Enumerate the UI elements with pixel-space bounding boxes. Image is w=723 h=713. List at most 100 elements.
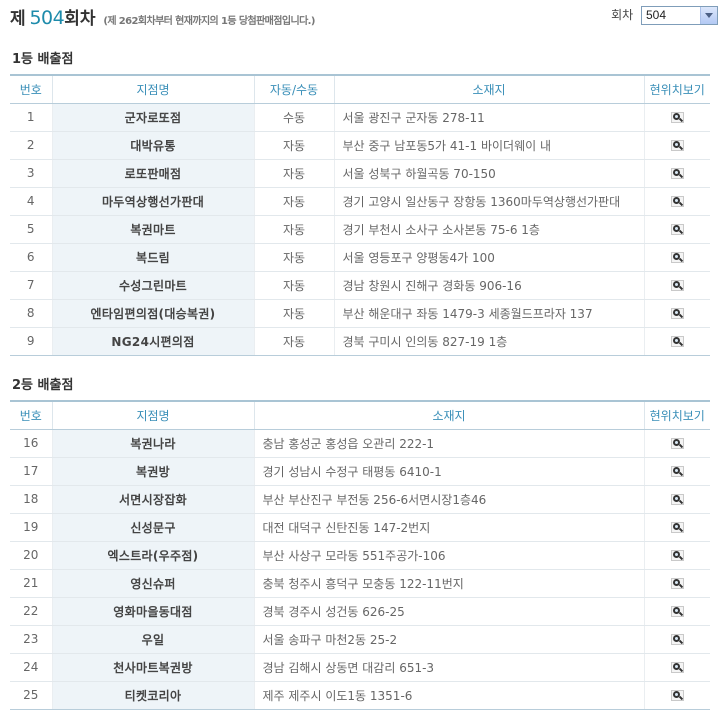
- purchase-type: 자동: [253, 299, 334, 328]
- magnifier-icon[interactable]: [670, 662, 684, 673]
- store-address: 경남 김해시 상동면 대감리 651-3: [253, 653, 644, 682]
- row-number: 21: [10, 569, 52, 598]
- row-number: 9: [10, 327, 52, 356]
- location-view-button[interactable]: [643, 457, 710, 486]
- magnifier-icon[interactable]: [670, 336, 684, 347]
- round-title: 제 504회차 (제 262회차부터 현재까지의 1등 당첨판매점입니다.): [10, 4, 315, 29]
- second-prize-table: 번호 지점명 소재지 현위치보기 16 복권나라 충남 홍성군 홍성읍 오관리 22…: [10, 400, 710, 710]
- location-view-button[interactable]: [643, 215, 710, 244]
- row-number: 1: [10, 103, 52, 132]
- chevron-down-icon[interactable]: [700, 7, 717, 24]
- location-view-button[interactable]: [643, 513, 710, 542]
- header-address: 소재지: [253, 400, 644, 430]
- store-name: 로또판매점: [51, 159, 254, 188]
- header-location: 현위치보기: [643, 400, 710, 430]
- location-view-button[interactable]: [643, 327, 710, 356]
- header-location: 현위치보기: [643, 74, 710, 104]
- row-number: 20: [10, 541, 52, 570]
- round-select[interactable]: 504: [641, 6, 718, 25]
- row-number: 3: [10, 159, 52, 188]
- round-suffix: 회차: [64, 9, 96, 29]
- store-address: 제주 제주시 이도1동 1351-6: [253, 681, 644, 710]
- header-address: 소재지: [333, 74, 644, 104]
- table-row: 7 수성그린마트 자동 경남 창원시 진해구 경화동 906-16: [10, 271, 710, 300]
- round-select-label: 회차: [611, 8, 634, 22]
- header-name: 지점명: [51, 74, 254, 104]
- table-row: 25 티켓코리아 제주 제주시 이도1동 1351-6: [10, 681, 710, 710]
- magnifier-icon[interactable]: [670, 634, 684, 645]
- round-selector: 회차 504: [611, 6, 718, 25]
- store-address: 부산 중구 남포동5가 41-1 바이더웨이 내: [333, 131, 644, 160]
- purchase-type: 자동: [253, 159, 334, 188]
- store-address: 서울 송파구 마천2동 25-2: [253, 625, 644, 654]
- location-view-button[interactable]: [643, 569, 710, 598]
- table-row: 1 군자로또점 수동 서울 광진구 군자동 278-11: [10, 103, 710, 132]
- purchase-type: 자동: [253, 215, 334, 244]
- location-view-button[interactable]: [643, 485, 710, 514]
- row-number: 5: [10, 215, 52, 244]
- magnifier-icon[interactable]: [670, 140, 684, 151]
- magnifier-icon[interactable]: [670, 522, 684, 533]
- location-view-button[interactable]: [643, 131, 710, 160]
- header-no: 번호: [10, 400, 52, 430]
- location-view-button[interactable]: [643, 541, 710, 570]
- magnifier-icon[interactable]: [670, 112, 684, 123]
- store-name: 복권방: [51, 457, 254, 486]
- location-view-button[interactable]: [643, 243, 710, 272]
- magnifier-icon[interactable]: [670, 308, 684, 319]
- table-row: 19 신성문구 대전 대덕구 신탄진동 147-2번지: [10, 513, 710, 542]
- location-view-button[interactable]: [643, 653, 710, 682]
- row-number: 4: [10, 187, 52, 216]
- magnifier-icon[interactable]: [670, 466, 684, 477]
- round-select-value: 504: [646, 8, 667, 22]
- store-address: 서울 성북구 하월곡동 70-150: [333, 159, 644, 188]
- location-view-button[interactable]: [643, 187, 710, 216]
- magnifier-icon[interactable]: [670, 224, 684, 235]
- location-view-button[interactable]: [643, 271, 710, 300]
- round-prefix: 제: [10, 9, 26, 29]
- location-view-button[interactable]: [643, 299, 710, 328]
- row-number: 23: [10, 625, 52, 654]
- magnifier-icon[interactable]: [670, 196, 684, 207]
- magnifier-icon[interactable]: [670, 550, 684, 561]
- store-name: 우일: [51, 625, 254, 654]
- location-view-button[interactable]: [643, 597, 710, 626]
- store-name: 군자로또점: [51, 103, 254, 132]
- row-number: 18: [10, 485, 52, 514]
- row-number: 2: [10, 131, 52, 160]
- magnifier-icon[interactable]: [670, 578, 684, 589]
- header-no: 번호: [10, 74, 52, 104]
- store-name: 영신슈퍼: [51, 569, 254, 598]
- location-view-button[interactable]: [643, 625, 710, 654]
- location-view-button[interactable]: [643, 103, 710, 132]
- row-number: 6: [10, 243, 52, 272]
- row-number: 17: [10, 457, 52, 486]
- table-row: 24 천사마트복권방 경남 김해시 상동면 대감리 651-3: [10, 653, 710, 682]
- row-number: 7: [10, 271, 52, 300]
- magnifier-icon[interactable]: [670, 280, 684, 291]
- store-name: 엔타임편의점(대승복권): [51, 299, 254, 328]
- store-address: 대전 대덕구 신탄진동 147-2번지: [253, 513, 644, 542]
- purchase-type: 자동: [253, 271, 334, 300]
- header-name: 지점명: [51, 400, 254, 430]
- table-row: 6 복드림 자동 서울 영등포구 양평동4가 100: [10, 243, 710, 272]
- location-view-button[interactable]: [643, 159, 710, 188]
- magnifier-icon[interactable]: [670, 252, 684, 263]
- magnifier-icon[interactable]: [670, 690, 684, 701]
- purchase-type: 자동: [253, 187, 334, 216]
- location-view-button[interactable]: [643, 429, 710, 458]
- store-name: 대박유통: [51, 131, 254, 160]
- store-name: 복드림: [51, 243, 254, 272]
- store-address: 부산 사상구 모라동 551주공가-106: [253, 541, 644, 570]
- magnifier-icon[interactable]: [670, 606, 684, 617]
- table-row: 2 대박유통 자동 부산 중구 남포동5가 41-1 바이더웨이 내: [10, 131, 710, 160]
- magnifier-icon[interactable]: [670, 494, 684, 505]
- location-view-button[interactable]: [643, 681, 710, 710]
- header-type: 자동/수동: [253, 74, 334, 104]
- row-number: 25: [10, 681, 52, 710]
- row-number: 8: [10, 299, 52, 328]
- magnifier-icon[interactable]: [670, 438, 684, 449]
- row-number: 16: [10, 429, 52, 458]
- store-name: 엑스트라(우주점): [51, 541, 254, 570]
- magnifier-icon[interactable]: [670, 168, 684, 179]
